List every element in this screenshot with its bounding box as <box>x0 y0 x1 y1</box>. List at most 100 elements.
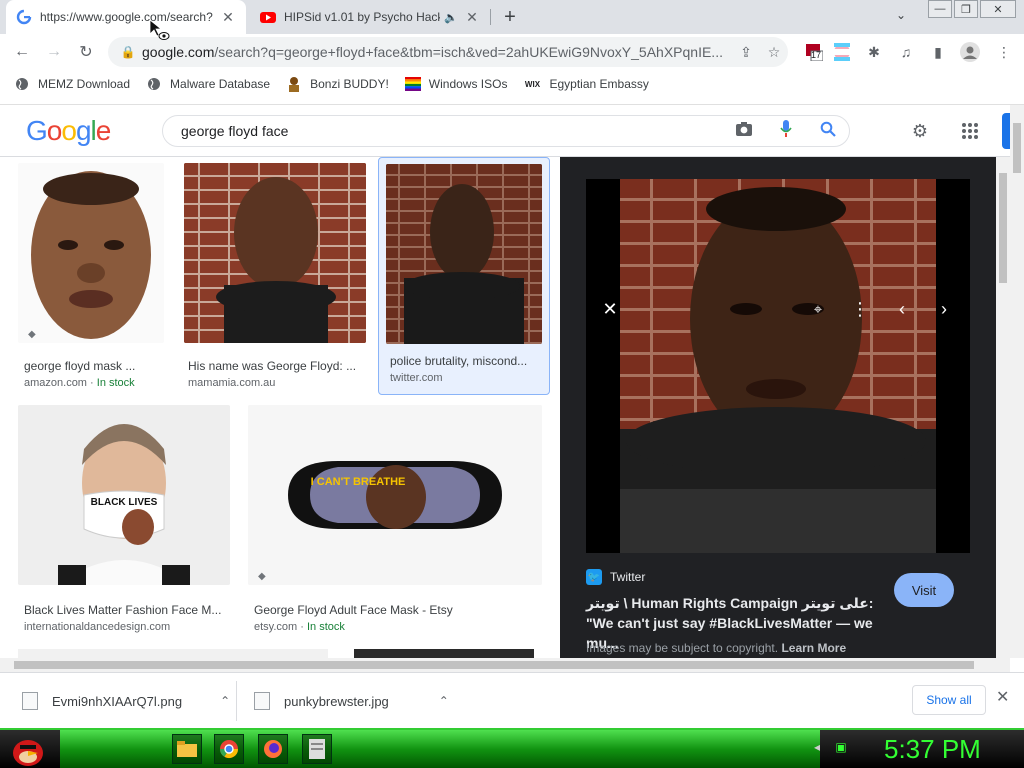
lens-search-icon[interactable]: ⌖ <box>802 293 834 325</box>
result-thumbnail[interactable]: BLACK LIVES <box>18 405 230 585</box>
result-thumbnail[interactable]: I CAN'T BREATHE <box>248 405 542 585</box>
start-button-bird-icon[interactable] <box>10 731 46 767</box>
stock-status: In stock <box>306 621 345 633</box>
close-tab-icon[interactable]: ✕ <box>220 9 236 25</box>
file-explorer-icon[interactable] <box>172 734 202 764</box>
minimize-button[interactable]: — <box>928 0 952 18</box>
tab-search-chevron-icon[interactable]: ⌄ <box>896 8 906 22</box>
lock-icon[interactable]: 🔒 <box>114 45 142 59</box>
new-tab-button[interactable]: + <box>498 5 522 29</box>
chevron-up-icon[interactable]: ⌃ <box>439 694 449 708</box>
result-next-row[interactable] <box>18 649 328 658</box>
learn-more-link[interactable]: Learn More <box>781 641 846 655</box>
result-card[interactable]: ◆ george floyd mask ... amazon.com · In … <box>18 163 168 391</box>
firefox-icon[interactable] <box>258 734 288 764</box>
tab-youtube[interactable]: HIPSid v1.01 by Psycho Hack 🔈 ✕ <box>250 0 490 34</box>
horizontal-scrollbar[interactable] <box>0 658 1010 672</box>
next-image-icon[interactable]: › <box>928 293 960 325</box>
microphone-icon[interactable] <box>765 119 807 143</box>
result-source[interactable]: amazon.com · In stock <box>24 377 135 389</box>
audio-playing-icon[interactable]: 🔈 <box>444 11 458 24</box>
result-source[interactable]: twitter.com <box>390 372 443 384</box>
url-text[interactable]: google.com/search?q=george+floyd+face&tb… <box>142 44 732 60</box>
kebab-menu-icon[interactable]: ⋮ <box>994 42 1014 62</box>
page-scrollbar[interactable] <box>1010 105 1024 658</box>
search-icon[interactable] <box>807 121 849 142</box>
back-arrow-icon[interactable]: ← <box>10 40 34 64</box>
result-source[interactable]: etsy.com · In stock <box>254 621 345 633</box>
chevron-up-icon[interactable]: ⌃ <box>220 694 230 708</box>
forward-arrow-icon[interactable]: → <box>42 40 66 64</box>
mask-print-text: I CAN'T BREATHE <box>311 476 406 488</box>
visit-button[interactable]: Visit <box>894 573 954 607</box>
result-next-row[interactable] <box>354 649 534 658</box>
previous-image-icon[interactable]: ‹ <box>886 293 918 325</box>
bookmark-egyptian-embassy[interactable]: WIX Egyptian Embassy <box>523 76 649 92</box>
side-panel-icon[interactable]: ▮ <box>928 42 948 62</box>
bookmark-bonzi-buddy[interactable]: Bonzi BUDDY! <box>286 76 389 92</box>
bookmark-memz-download[interactable]: MEMZ Download <box>14 76 130 92</box>
more-options-icon[interactable]: ⋮ <box>844 293 876 325</box>
close-window-button[interactable]: ✕ <box>980 0 1016 18</box>
download-item[interactable]: Evmi9nhXIAArQ7l.png ⌃ <box>22 681 230 721</box>
result-thumbnail[interactable] <box>386 164 542 344</box>
google-logo[interactable]: Google <box>26 115 111 147</box>
bookmark-malware-database[interactable]: Malware Database <box>146 76 270 92</box>
chrome-icon[interactable] <box>214 734 244 764</box>
reload-icon[interactable]: ↻ <box>74 40 98 64</box>
apps-grid-icon[interactable] <box>958 119 982 143</box>
address-bar[interactable]: 🔒 google.com/search?q=george+floyd+face&… <box>108 37 788 67</box>
result-source[interactable]: internationaldancedesign.com <box>24 621 170 633</box>
close-tab-icon[interactable]: ✕ <box>464 9 480 25</box>
scrollbar-thumb[interactable] <box>1013 123 1021 173</box>
stock-status: In stock <box>96 377 135 389</box>
bookmark-star-icon[interactable]: ☆ <box>760 44 788 61</box>
preview-image[interactable] <box>586 179 970 553</box>
result-source[interactable]: mamamia.com.au <box>188 377 275 389</box>
preview-source[interactable]: 🐦 Twitter <box>586 569 645 585</box>
close-preview-icon[interactable]: ✕ <box>594 293 626 325</box>
preview-scrollbar[interactable] <box>996 157 1010 658</box>
result-thumbnail[interactable] <box>184 163 366 343</box>
share-icon[interactable]: ⇪ <box>732 44 760 61</box>
result-card[interactable]: BLACK LIVES Black Lives Matter Fashion F… <box>18 405 232 635</box>
media-control-icon[interactable]: ♫ <box>896 42 916 62</box>
result-caption[interactable]: His name was George Floyd: ... <box>188 359 360 373</box>
google-header: Google george floyd face ⚙ <box>0 105 1010 157</box>
restore-button[interactable]: ❐ <box>954 0 978 18</box>
signin-edge[interactable] <box>1002 113 1010 149</box>
page-content: Google george floyd face ⚙ ◆ george floy… <box>0 104 1024 658</box>
result-card[interactable]: His name was George Floyd: ... mamamia.c… <box>184 163 368 391</box>
tray-arrow-icon[interactable]: ◂ <box>814 740 820 754</box>
search-box[interactable]: george floyd face <box>162 115 850 147</box>
result-thumbnail[interactable] <box>18 163 164 343</box>
result-caption[interactable]: police brutality, miscond... <box>390 354 540 368</box>
extensions-puzzle-icon[interactable]: ✱ <box>864 42 884 62</box>
result-caption[interactable]: Black Lives Matter Fashion Face M... <box>24 603 228 617</box>
extension-calendar-icon[interactable]: 17 <box>804 42 824 62</box>
search-input[interactable]: george floyd face <box>181 123 723 139</box>
result-caption[interactable]: George Floyd Adult Face Mask - Etsy <box>254 603 538 617</box>
document-app-icon[interactable] <box>302 734 332 764</box>
image-file-icon <box>22 692 38 710</box>
tab-google-search[interactable]: https://www.google.com/search? ✕ <box>6 0 246 34</box>
profile-avatar-icon[interactable] <box>960 42 980 62</box>
scrollbar-thumb[interactable] <box>14 661 974 669</box>
taskbar: ◂ ▣ 5:37 PM <box>0 728 1024 768</box>
extension-flag-icon[interactable] <box>832 42 852 62</box>
result-card[interactable]: I CAN'T BREATHE ◆ George Floyd Adult Fac… <box>248 405 544 635</box>
tray-icons[interactable]: ◂ ▣ <box>814 740 847 754</box>
settings-gear-icon[interactable]: ⚙ <box>908 119 932 143</box>
download-item[interactable]: punkybrewster.jpg ⌃ <box>254 681 449 721</box>
bookmark-windows-isos[interactable]: Windows ISOs <box>404 76 507 92</box>
show-all-button[interactable]: Show all <box>912 685 986 715</box>
source-domain: etsy.com <box>254 621 298 633</box>
camera-search-icon[interactable] <box>723 121 765 142</box>
tray-monitor-icon[interactable]: ▣ <box>835 740 846 754</box>
result-card-selected[interactable]: police brutality, miscond... twitter.com <box>378 157 550 395</box>
shopping-tag-icon: ◆ <box>28 329 36 340</box>
result-caption[interactable]: george floyd mask ... <box>24 359 164 373</box>
close-downloads-icon[interactable]: ✕ <box>996 687 1009 707</box>
taskbar-clock[interactable]: 5:37 PM <box>884 734 981 765</box>
scrollbar-thumb[interactable] <box>999 173 1007 283</box>
